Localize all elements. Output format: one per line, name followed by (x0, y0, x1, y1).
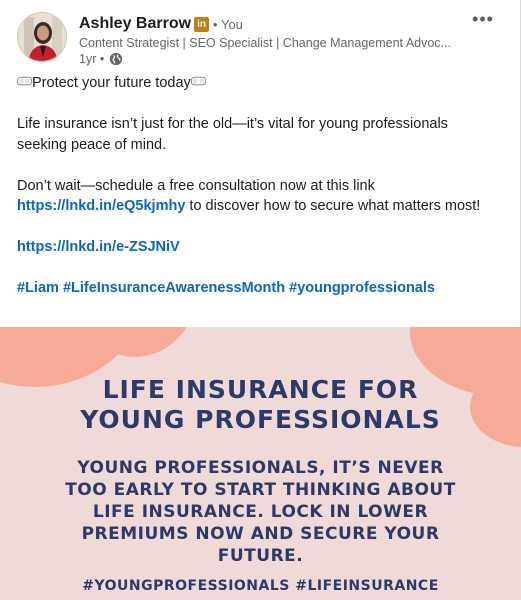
post-line-1-text: Protect your future today (32, 75, 191, 91)
image-subtitle-line-2: TOO EARLY TO START THINKING ABOUT (65, 480, 456, 500)
secondary-link[interactable]: https://lnkd.in/e-ZSJNiV (17, 239, 180, 255)
image-subtitle: YOUNG PROFESSIONALS, IT’S NEVER TOO EARL… (0, 457, 521, 567)
image-hashtags: #YOUNGPROFESSIONALS #LIFEINSURANCE (82, 578, 439, 594)
post-body: Protect your future today Life insurance… (17, 73, 497, 299)
avatar-photo (18, 13, 66, 61)
consultation-link[interactable]: https://lnkd.in/eQ5kjmhy (17, 198, 185, 214)
feed-post: Ashley Barrow in • You Content Strategis… (0, 0, 521, 600)
image-subtitle-line-4: PREMIUMS NOW AND SECURE YOUR (81, 524, 440, 544)
globe-icon (110, 52, 123, 66)
goggles-icon (17, 76, 32, 86)
post-hashtags: #Liam #LifeInsuranceAwarenessMonth #youn… (17, 278, 497, 299)
author-headline: Content Strategist | SEO Specialist | Ch… (79, 36, 451, 50)
image-title-line-2: YOUNG PROFESSIONALS (80, 405, 441, 434)
post-line-1: Protect your future today (17, 73, 497, 94)
you-label: • You (213, 16, 243, 32)
more-options-icon[interactable]: ••• (469, 10, 497, 30)
post-timestamp: 1yr • (79, 52, 105, 66)
hashtag-liam[interactable]: #Liam (17, 280, 59, 296)
author-avatar[interactable] (17, 12, 67, 62)
author-name[interactable]: Ashley Barrow (79, 15, 191, 33)
post-paragraph-3-suffix: to discover how to secure what matters m… (185, 198, 481, 214)
image-subtitle-line-5: FUTURE. (217, 546, 304, 566)
hashtag-young-professionals[interactable]: #youngprofessionals (289, 280, 435, 296)
post-header: Ashley Barrow in • You Content Strategis… (17, 10, 507, 68)
author-line: Ashley Barrow in • You (79, 14, 243, 34)
post-meta: 1yr • (79, 52, 123, 66)
post-image[interactable]: LIFE INSURANCE FOR YOUNG PROFESSIONALS Y… (0, 327, 521, 600)
image-title-line-1: LIFE INSURANCE FOR (102, 375, 419, 404)
hashtag-life-insurance-awareness-month[interactable]: #LifeInsuranceAwarenessMonth (63, 280, 285, 296)
image-title: LIFE INSURANCE FOR YOUNG PROFESSIONALS (0, 375, 521, 435)
image-subtitle-line-3: LIFE INSURANCE. LOCK IN LOWER (92, 502, 429, 522)
post-paragraph-3: Don’t wait—schedule a free consultation … (17, 176, 497, 217)
linkedin-premium-badge: in (194, 16, 210, 32)
image-subtitle-line-1: YOUNG PROFESSIONALS, IT’S NEVER (77, 458, 444, 478)
post-paragraph-2: Life insurance isn’t just for the old—it… (17, 116, 448, 153)
post-paragraph-3-prefix: Don’t wait—schedule a free consultation … (17, 177, 375, 194)
goggles-icon (190, 76, 206, 86)
post-paragraph-4: https://lnkd.in/e-ZSJNiV (17, 237, 497, 258)
